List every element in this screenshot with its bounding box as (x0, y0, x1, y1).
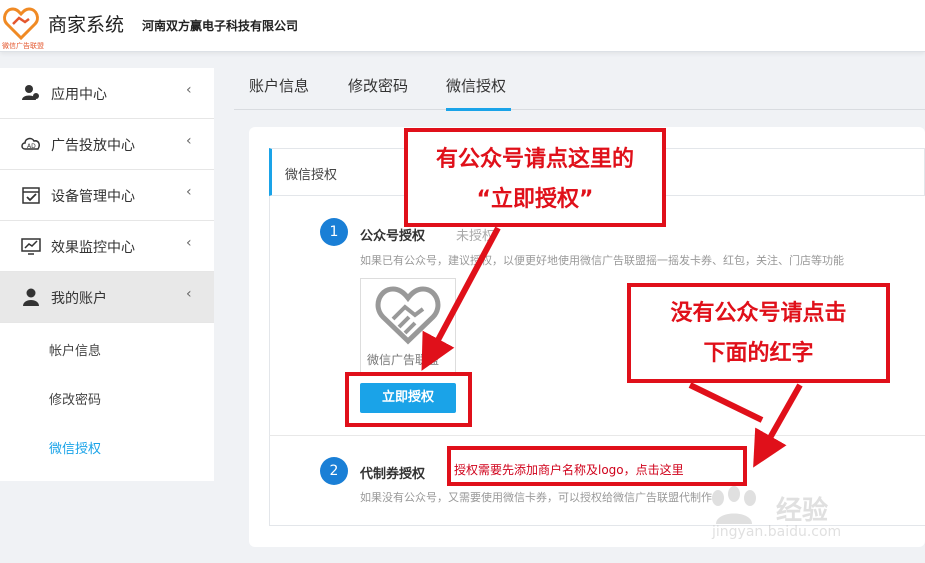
sidebar-item-label: 应用中心 (51, 87, 107, 103)
sidebar: 应用中心 ‹ AD 广告投放中心 ‹ 设备管理中心 ‹ 效果监控中心 ‹ 我的账… (0, 68, 214, 481)
step-1-title: 公众号授权 (360, 229, 426, 244)
step-1-description: 如果已有公众号，建议授权，以便更好地使用微信广告联盟摇一摇发卡券、红包，关注、门… (360, 254, 844, 267)
wechat-ad-alliance-logo: 微信广告联盟 (360, 278, 456, 374)
chevron-left-icon: ‹ (186, 184, 192, 200)
sidebar-item-label: 设备管理中心 (51, 189, 135, 205)
sidebar-item-my-account[interactable]: 我的账户 ‹ (0, 272, 214, 323)
annotation-box-2: 没有公众号请点击 下面的红字 (627, 283, 890, 383)
sidebar-item-app-center[interactable]: 应用中心 ‹ (0, 68, 214, 119)
chevron-left-icon: ‹ (186, 235, 192, 251)
sidebar-item-label: 我的账户 (51, 291, 107, 307)
panel-title: 微信授权 (285, 168, 338, 183)
annotation-1-line-1: 有公众号请点这里的 (435, 147, 634, 172)
top-header: 微信广告联盟 商家系统 河南双方赢电子科技有限公司 (0, 0, 925, 52)
tab-bar: 账户信息 修改密码 微信授权 (234, 58, 925, 110)
tab-wechat-auth[interactable]: 微信授权 (446, 75, 506, 96)
monitor-chart-icon (21, 236, 41, 256)
annotation-2-line-2: 下面的红字 (703, 341, 814, 366)
step-2-title: 代制券授权 (360, 467, 426, 482)
app-title: 商家系统 (48, 14, 125, 36)
handshake-heart-icon (375, 285, 441, 345)
annotation-1-line-2: “立即授权” (476, 187, 594, 212)
highlight-frame-button (345, 372, 472, 427)
sidebar-item-monitor-center[interactable]: 效果监控中心 ‹ (0, 221, 214, 272)
sidebar-sub-account-info[interactable]: 帐户信息 (49, 340, 101, 359)
paw-icon (712, 486, 756, 524)
sidebar-sub-wechat-auth[interactable]: 微信授权 (49, 438, 101, 457)
tab-change-password[interactable]: 修改密码 (348, 75, 408, 96)
step-1-badge: 1 (320, 218, 348, 246)
tab-account-info[interactable]: 账户信息 (249, 75, 309, 96)
handshake-logo-icon: 微信广告联盟 (2, 4, 44, 50)
user-group-icon (21, 83, 41, 103)
user-icon (21, 287, 41, 307)
step-1-status: 未授权 (456, 229, 496, 244)
highlight-frame-link (447, 446, 747, 486)
watermark-url: jingyan.baidu.com (712, 524, 842, 540)
watermark-text: 经验 (776, 496, 829, 526)
chevron-down-icon: ‹ (186, 286, 192, 302)
chevron-left-icon: ‹ (186, 133, 192, 149)
annotation-2-line-1: 没有公众号请点击 (670, 301, 847, 326)
step-2-description: 如果没有公众号，又需要使用微信卡券，可以授权给微信广告联盟代制作 (360, 491, 712, 504)
ad-cloud-icon: AD (21, 134, 41, 154)
logo-text: 微信广告联盟 (2, 42, 44, 50)
device-check-icon (21, 185, 41, 205)
sidebar-item-label: 广告投放中心 (51, 138, 135, 154)
step-2-badge: 2 (320, 457, 348, 485)
sidebar-item-device-center[interactable]: 设备管理中心 ‹ (0, 170, 214, 221)
annotation-box-1: 有公众号请点这里的 “立即授权” (404, 128, 666, 227)
sidebar-sub-change-password[interactable]: 修改密码 (49, 389, 101, 408)
sidebar-item-label: 效果监控中心 (51, 240, 135, 256)
logo-caption: 微信广告联盟 (367, 353, 440, 367)
chevron-left-icon: ‹ (186, 82, 192, 98)
svg-text:AD: AD (27, 143, 36, 150)
baidu-watermark: 经验 jingyan.baidu.com (704, 486, 904, 546)
active-tab-indicator (446, 108, 511, 111)
sidebar-item-ad-center[interactable]: AD 广告投放中心 ‹ (0, 119, 214, 170)
company-name: 河南双方赢电子科技有限公司 (142, 19, 299, 33)
section-divider (269, 435, 925, 436)
